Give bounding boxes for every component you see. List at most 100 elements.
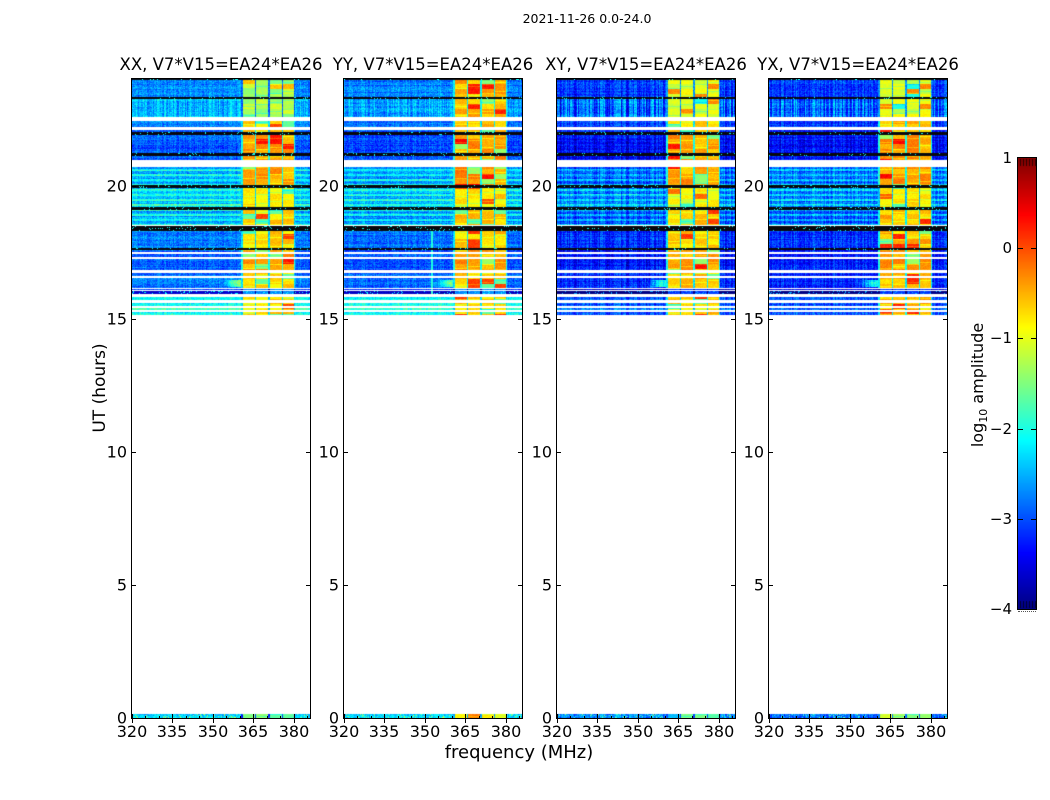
- y-tick: [769, 186, 773, 187]
- y-tick-label: 20: [743, 176, 764, 196]
- x-tick: [890, 714, 891, 718]
- x-minor-tick: [823, 716, 824, 718]
- y-tick: [344, 585, 348, 586]
- x-minor-tick: [492, 716, 493, 718]
- x-tick: [253, 714, 254, 718]
- colorbar-canvas: [1018, 158, 1036, 609]
- x-minor-tick: [199, 716, 200, 718]
- y-tick-label: 0: [328, 708, 339, 728]
- y-tick: [769, 452, 773, 453]
- y-tick: [344, 718, 348, 719]
- x-tick-label: 335: [581, 722, 613, 741]
- panel-plot-xx: [131, 78, 311, 719]
- y-tick: [943, 186, 947, 187]
- x-minor-tick: [186, 716, 187, 718]
- y-tick-label: 10: [531, 442, 552, 462]
- x-tick-label: 350: [834, 722, 866, 741]
- colorbar-tick-label: −2: [989, 420, 1012, 438]
- x-minor-tick: [438, 716, 439, 718]
- x-tick: [172, 714, 173, 718]
- panel-title-yx: YX, V7*V15=EA24*EA26: [757, 55, 959, 74]
- y-tick: [557, 186, 561, 187]
- y-tick-label: 15: [531, 309, 552, 329]
- x-tick: [719, 714, 720, 718]
- spectrogram-canvas-xy: [557, 79, 735, 718]
- x-minor-tick: [624, 716, 625, 718]
- colorbar-tick: [1031, 248, 1036, 249]
- y-tick-label: 20: [531, 176, 552, 196]
- y-tick: [943, 718, 947, 719]
- y-tick: [769, 319, 773, 320]
- x-axis-label: frequency (MHz): [444, 742, 594, 763]
- x-tick: [678, 714, 679, 718]
- x-tick: [294, 714, 295, 718]
- spectrogram-canvas-yy: [344, 79, 522, 718]
- x-minor-tick: [877, 716, 878, 718]
- x-minor-tick: [705, 716, 706, 718]
- x-minor-tick: [611, 716, 612, 718]
- spectrogram-canvas-yx: [769, 79, 947, 718]
- x-tick-label: 380: [915, 722, 947, 741]
- colorbar-tick: [1018, 338, 1023, 339]
- x-tick-label: 350: [197, 722, 229, 741]
- x-minor-tick: [226, 716, 227, 718]
- x-minor-tick: [357, 716, 358, 718]
- x-minor-tick: [145, 716, 146, 718]
- y-tick-label: 10: [743, 442, 764, 462]
- y-tick: [769, 718, 773, 719]
- y-tick: [943, 452, 947, 453]
- y-tick: [943, 319, 947, 320]
- y-tick: [557, 319, 561, 320]
- colorbar-tick-label: 1: [1002, 149, 1012, 167]
- x-tick-label: 365: [237, 722, 269, 741]
- x-tick-label: 350: [409, 722, 441, 741]
- spectrogram-canvas-xx: [132, 79, 310, 718]
- x-tick: [931, 714, 932, 718]
- x-tick: [850, 714, 851, 718]
- x-minor-tick: [692, 716, 693, 718]
- x-minor-tick: [371, 716, 372, 718]
- y-tick-label: 20: [106, 176, 127, 196]
- x-tick-label: 365: [874, 722, 906, 741]
- y-tick: [132, 718, 136, 719]
- panel-plot-yy: [343, 78, 523, 719]
- y-tick-label: 5: [328, 575, 339, 595]
- y-tick-label: 0: [116, 708, 127, 728]
- x-tick: [213, 714, 214, 718]
- y-tick: [132, 319, 136, 320]
- x-tick-label: 335: [368, 722, 400, 741]
- y-tick: [943, 585, 947, 586]
- colorbar-tick: [1018, 429, 1023, 430]
- colorbar-tick: [1018, 248, 1023, 249]
- x-minor-tick: [917, 716, 918, 718]
- colorbar: [1017, 157, 1037, 610]
- y-tick-label: 10: [318, 442, 339, 462]
- x-minor-tick: [836, 716, 837, 718]
- y-axis-label: UT (hours): [90, 343, 110, 433]
- y-tick: [557, 452, 561, 453]
- x-tick: [809, 714, 810, 718]
- x-minor-tick: [796, 716, 797, 718]
- x-minor-tick: [863, 716, 864, 718]
- y-tick-label: 15: [318, 309, 339, 329]
- y-tick-label: 5: [753, 575, 764, 595]
- x-minor-tick: [651, 716, 652, 718]
- colorbar-tick-label: −3: [989, 510, 1012, 528]
- x-tick-label: 365: [662, 722, 694, 741]
- y-tick-label: 20: [318, 176, 339, 196]
- y-tick-label: 5: [116, 575, 127, 595]
- colorbar-tick: [1031, 519, 1036, 520]
- x-tick: [597, 714, 598, 718]
- x-tick: [506, 714, 507, 718]
- colorbar-tick: [1031, 338, 1036, 339]
- x-minor-tick: [584, 716, 585, 718]
- figure-title: 2021-11-26 0.0-24.0: [522, 11, 652, 26]
- x-tick-label: 365: [449, 722, 481, 741]
- x-minor-tick: [452, 716, 453, 718]
- x-minor-tick: [267, 716, 268, 718]
- x-minor-tick: [665, 716, 666, 718]
- y-tick-label: 15: [743, 309, 764, 329]
- colorbar-tick: [1031, 429, 1036, 430]
- x-minor-tick: [280, 716, 281, 718]
- x-minor-tick: [240, 716, 241, 718]
